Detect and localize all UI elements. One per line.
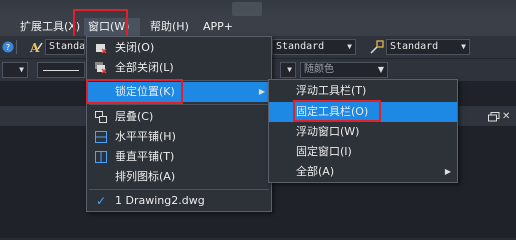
annotation-box-lock-position [86, 79, 183, 104]
menu-item-label: 浮动窗口(W) [296, 125, 360, 138]
menu-item-tile-horizontal[interactable]: 水平平铺(H) [87, 127, 271, 147]
menu-app-plus[interactable]: APP+ [203, 18, 233, 36]
check-icon: ✓ [95, 194, 107, 208]
linetype-combo[interactable] [37, 62, 85, 78]
multileader-style-icon[interactable] [369, 39, 385, 55]
menu-item-close[interactable]: 关闭(O) [87, 38, 271, 58]
chevron-down-icon: ▼ [377, 65, 384, 74]
menu-item-label: 排列图标(A) [115, 170, 176, 183]
close-all-icon [94, 61, 108, 75]
text-style-icon[interactable]: A [28, 39, 44, 55]
close-drawing-icon[interactable]: ✕ [502, 112, 514, 122]
tile-horizontal-icon [94, 130, 108, 144]
blurred-title [232, 2, 262, 16]
linetype-preview [43, 70, 79, 71]
menu-item-label: 全部关闭(L) [115, 61, 174, 74]
lineweight-combo[interactable]: ▼ [280, 62, 296, 78]
menu-item-label: 层叠(C) [115, 110, 154, 123]
menu-item-drawing2[interactable]: ✓ 1 Drawing2.dwg [87, 191, 271, 211]
close-window-icon [94, 41, 108, 55]
menu-item-label: 关闭(O) [115, 41, 155, 54]
color-combo-value: 随颜色 [304, 64, 334, 75]
restore-window-icon[interactable] [488, 112, 500, 122]
tile-vertical-icon [94, 150, 108, 164]
annotation-box-window-menu [73, 9, 128, 39]
text-style-combo[interactable]: Standard [45, 39, 85, 55]
menu-extension-tools[interactable]: 扩展工具(X) [20, 18, 80, 36]
lock-position-submenu: 浮动工具栏(T) 固定工具栏(O) 浮动窗口(W) 固定窗口(I) 全部(A) … [268, 79, 458, 183]
submenu-item-floating-toolbars[interactable]: 浮动工具栏(T) [269, 81, 457, 101]
chevron-down-icon: ▼ [461, 42, 466, 51]
submenu-arrow-icon: ▶ [444, 167, 451, 176]
menu-item-label: 全部(A) [296, 165, 335, 178]
submenu-arrow-icon: ▶ [258, 87, 265, 96]
menu-item-close-all[interactable]: 全部关闭(L) [87, 58, 271, 78]
multileader-style-combo[interactable]: Standard ▼ [386, 39, 470, 55]
chevron-down-icon: ▼ [287, 65, 292, 74]
menu-item-label: 固定窗口(I) [296, 145, 352, 158]
help-icon[interactable]: ? [0, 39, 16, 55]
dim-style-combo[interactable]: Standard ▼ [272, 39, 356, 55]
submenu-item-all[interactable]: 全部(A) ▶ [269, 162, 457, 182]
menu-item-label: 垂直平铺(T) [115, 150, 175, 163]
menu-item-label: 浮动工具栏(T) [296, 84, 367, 97]
chevron-down-icon: ▼ [347, 42, 352, 51]
menu-item-label: 1 Drawing2.dwg [115, 194, 205, 207]
dim-style-value: Standard [276, 41, 325, 52]
menu-item-arrange-icons[interactable]: 排列图标(A) [87, 167, 271, 187]
color-combo[interactable]: 随颜色 ▼ [300, 62, 388, 78]
menu-separator [89, 189, 269, 190]
annotation-box-docked-toolbars [293, 100, 381, 122]
multileader-style-value: Standard [390, 41, 439, 52]
text-style-value: Standard [49, 41, 85, 52]
menu-separator [89, 104, 269, 105]
toolbar-divider [16, 40, 17, 54]
chevron-down-icon: ▼ [19, 65, 24, 74]
menu-item-cascade[interactable]: 层叠(C) [87, 107, 271, 127]
submenu-item-floating-windows[interactable]: 浮动窗口(W) [269, 122, 457, 142]
menu-help[interactable]: 帮助(H) [150, 18, 189, 36]
menu-item-tile-vertical[interactable]: 垂直平铺(T) [87, 147, 271, 167]
submenu-item-docked-windows[interactable]: 固定窗口(I) [269, 142, 457, 162]
layer-combo[interactable]: ▼ [2, 62, 28, 78]
menu-item-label: 水平平铺(H) [115, 130, 176, 143]
window-menu: 关闭(O) 全部关闭(L) 锁定位置(K) ▶ 层叠(C) 水平平铺(H) 垂直… [86, 36, 272, 212]
svg-text:?: ? [6, 43, 10, 52]
cascade-icon [94, 110, 108, 124]
